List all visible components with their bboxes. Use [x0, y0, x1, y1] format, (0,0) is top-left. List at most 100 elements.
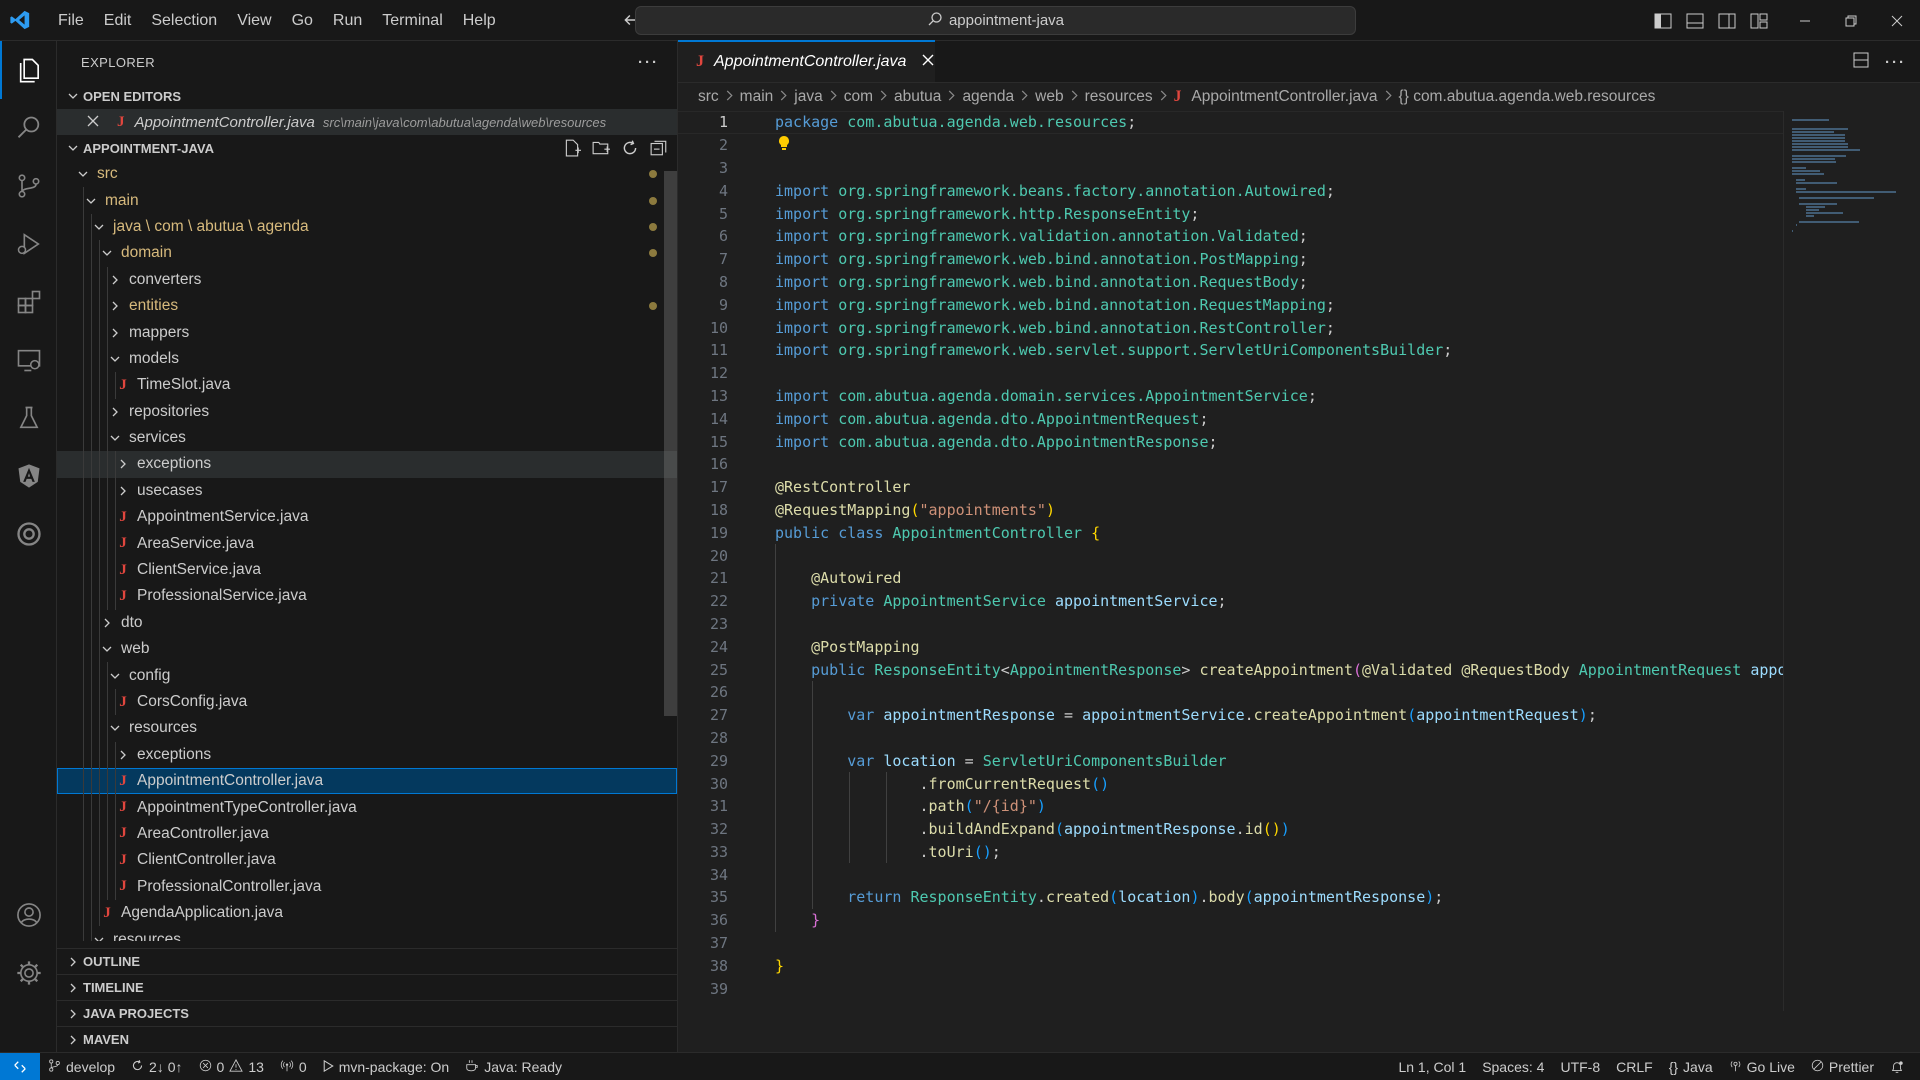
tree-folder-item[interactable]: src	[57, 161, 677, 187]
tree-folder-item[interactable]: exceptions	[57, 451, 677, 478]
tree-folder-item[interactable]: entities	[57, 292, 677, 320]
gitlens-icon[interactable]	[0, 505, 57, 563]
menu-go[interactable]: Go	[282, 0, 323, 41]
encoding[interactable]: UTF-8	[1552, 1053, 1608, 1080]
maven-task[interactable]: mvn-package: On	[315, 1053, 458, 1080]
breadcrumb-item[interactable]: web	[1035, 88, 1063, 106]
open-editor-item[interactable]: J AppointmentController.java src\main\ja…	[57, 109, 677, 135]
tree-folder-item[interactable]: domain	[57, 240, 677, 267]
tree-file-item[interactable]: J TimeSlot.java	[57, 372, 677, 399]
menu-edit[interactable]: Edit	[94, 0, 142, 41]
source-control-icon[interactable]	[0, 157, 57, 215]
tree-folder-item[interactable]: resources	[57, 926, 677, 941]
project-header[interactable]: APPOINTMENT-JAVA	[57, 135, 677, 161]
java-status[interactable]: Java: Ready	[457, 1053, 570, 1080]
tree-file-item[interactable]: J ProfessionalController.java	[57, 873, 677, 900]
breadcrumb-item[interactable]: src	[698, 88, 719, 106]
ports-indicator[interactable]: 0	[272, 1053, 315, 1080]
menu-file[interactable]: File	[48, 0, 94, 41]
breadcrumb-item[interactable]: com	[844, 88, 873, 106]
editor-tab-active[interactable]: J AppointmentController.java	[678, 40, 935, 82]
remote-explorer-icon[interactable]	[0, 331, 57, 389]
minimap[interactable]	[1783, 111, 1903, 1011]
tree-folder-item[interactable]: converters	[57, 266, 677, 293]
cursor-position[interactable]: Ln 1, Col 1	[1390, 1053, 1474, 1080]
breadcrumb-item[interactable]: java	[794, 88, 822, 106]
explorer-icon[interactable]	[0, 41, 57, 99]
tree-folder-item[interactable]: web	[57, 636, 677, 663]
breadcrumb-item[interactable]: {} com.abutua.agenda.web.resources	[1399, 88, 1656, 106]
restore-icon[interactable]	[1828, 0, 1874, 41]
indentation[interactable]: Spaces: 4	[1474, 1053, 1552, 1080]
breadcrumb-item[interactable]: abutua	[894, 88, 941, 106]
menu-selection[interactable]: Selection	[141, 0, 227, 41]
customize-layout-icon[interactable]	[1748, 10, 1770, 32]
lightbulb-icon[interactable]	[775, 136, 791, 155]
menu-run[interactable]: Run	[323, 0, 372, 41]
run-debug-icon[interactable]	[0, 215, 57, 273]
tree-file-item[interactable]: J AgendaApplication.java	[57, 899, 677, 927]
tree-file-item[interactable]: J ClientService.java	[57, 556, 677, 584]
breadcrumb-item[interactable]: agenda	[962, 88, 1014, 106]
line-endings[interactable]: CRLF	[1608, 1053, 1661, 1080]
tree-folder-item[interactable]: mappers	[57, 319, 677, 346]
menu-terminal[interactable]: Terminal	[372, 0, 452, 41]
settings-gear-icon[interactable]	[0, 944, 57, 1002]
new-folder-icon[interactable]	[590, 138, 611, 159]
breadcrumb-item[interactable]: main	[740, 88, 774, 106]
tree-file-item[interactable]: J AreaController.java	[57, 820, 677, 848]
tree-file-item[interactable]: J AppointmentTypeController.java	[57, 794, 677, 821]
sidebar-scrollbar[interactable]	[664, 171, 677, 716]
toggle-panel-icon[interactable]	[1684, 10, 1706, 32]
tree-folder-item[interactable]: usecases	[57, 477, 677, 505]
refresh-icon[interactable]	[619, 138, 640, 159]
tree-folder-item[interactable]: main	[57, 187, 677, 214]
tree-file-item[interactable]: J ProfessionalService.java	[57, 583, 677, 610]
tree-folder-item[interactable]: java \ com \ abutua \ agenda	[57, 213, 677, 241]
code-editor[interactable]: 1 package com.abutua.agenda.web.resources…	[678, 111, 1783, 1011]
breadcrumb-item[interactable]: AppointmentController.java	[1191, 88, 1377, 106]
extensions-icon[interactable]	[0, 273, 57, 331]
editor-scrollbar[interactable]	[1906, 111, 1920, 1011]
tree-folder-item[interactable]: repositories	[57, 398, 677, 425]
menu-help[interactable]: Help	[453, 0, 506, 41]
tree-folder-item[interactable]: config	[57, 662, 677, 689]
tree-folder-item[interactable]: models	[57, 345, 677, 373]
tree-file-item[interactable]: J ClientController.java	[57, 847, 677, 874]
notifications-bell-icon[interactable]	[1882, 1053, 1912, 1080]
tree-file-item[interactable]: J CorsConfig.java	[57, 688, 677, 716]
toggle-secondary-sidebar-icon[interactable]	[1716, 10, 1738, 32]
prettier-status[interactable]: Prettier	[1803, 1053, 1882, 1080]
tree-file-item[interactable]: J AppointmentService.java	[57, 504, 677, 531]
more-actions-icon[interactable]: ···	[1885, 54, 1906, 71]
java-projects-section[interactable]: JAVA PROJECTS	[57, 1000, 678, 1026]
command-center-search[interactable]: appointment-java	[635, 6, 1356, 35]
tree-folder-item[interactable]: services	[57, 424, 677, 452]
close-tab-icon[interactable]	[922, 53, 934, 71]
close-editor-icon[interactable]	[87, 114, 99, 131]
go-live[interactable]: Go Live	[1721, 1053, 1803, 1080]
close-window-icon[interactable]	[1874, 0, 1920, 41]
tree-folder-item[interactable]: dto	[57, 609, 677, 637]
angular-icon[interactable]	[0, 447, 57, 505]
testing-flask-icon[interactable]	[0, 389, 57, 447]
more-actions-icon[interactable]: ···	[638, 54, 659, 71]
breadcrumb-item[interactable]: resources	[1085, 88, 1153, 106]
new-file-icon[interactable]	[561, 138, 582, 159]
tree-folder-item[interactable]: resources	[57, 715, 677, 742]
toggle-primary-sidebar-icon[interactable]	[1652, 10, 1674, 32]
minimize-icon[interactable]	[1782, 0, 1828, 41]
maven-section[interactable]: MAVEN	[57, 1026, 678, 1052]
git-branch[interactable]: develop	[40, 1053, 123, 1080]
outline-section[interactable]: OUTLINE	[57, 948, 678, 974]
split-editor-icon[interactable]	[1853, 52, 1869, 72]
timeline-section[interactable]: TIMELINE	[57, 974, 678, 1000]
menu-view[interactable]: View	[227, 0, 281, 41]
open-editors-header[interactable]: OPEN EDITORS	[57, 83, 677, 109]
language-mode[interactable]: {} Java	[1661, 1053, 1721, 1080]
tree-file-item[interactable]: J AppointmentController.java	[57, 767, 677, 795]
collapse-all-icon[interactable]	[648, 138, 669, 159]
git-sync[interactable]: 2↓ 0↑	[123, 1053, 190, 1080]
problems-indicator[interactable]: 0 13	[191, 1053, 272, 1080]
accounts-icon[interactable]	[0, 886, 57, 944]
